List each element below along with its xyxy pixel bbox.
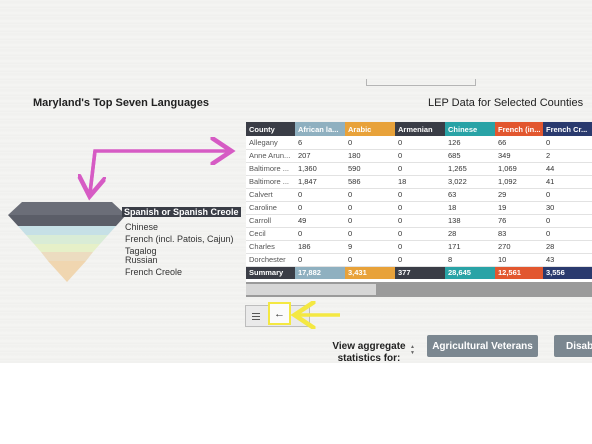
annotation-arrow-pink-down [90, 150, 95, 193]
annotation-overlay [0, 0, 340, 444]
annotation-arrow-pink [88, 151, 228, 194]
